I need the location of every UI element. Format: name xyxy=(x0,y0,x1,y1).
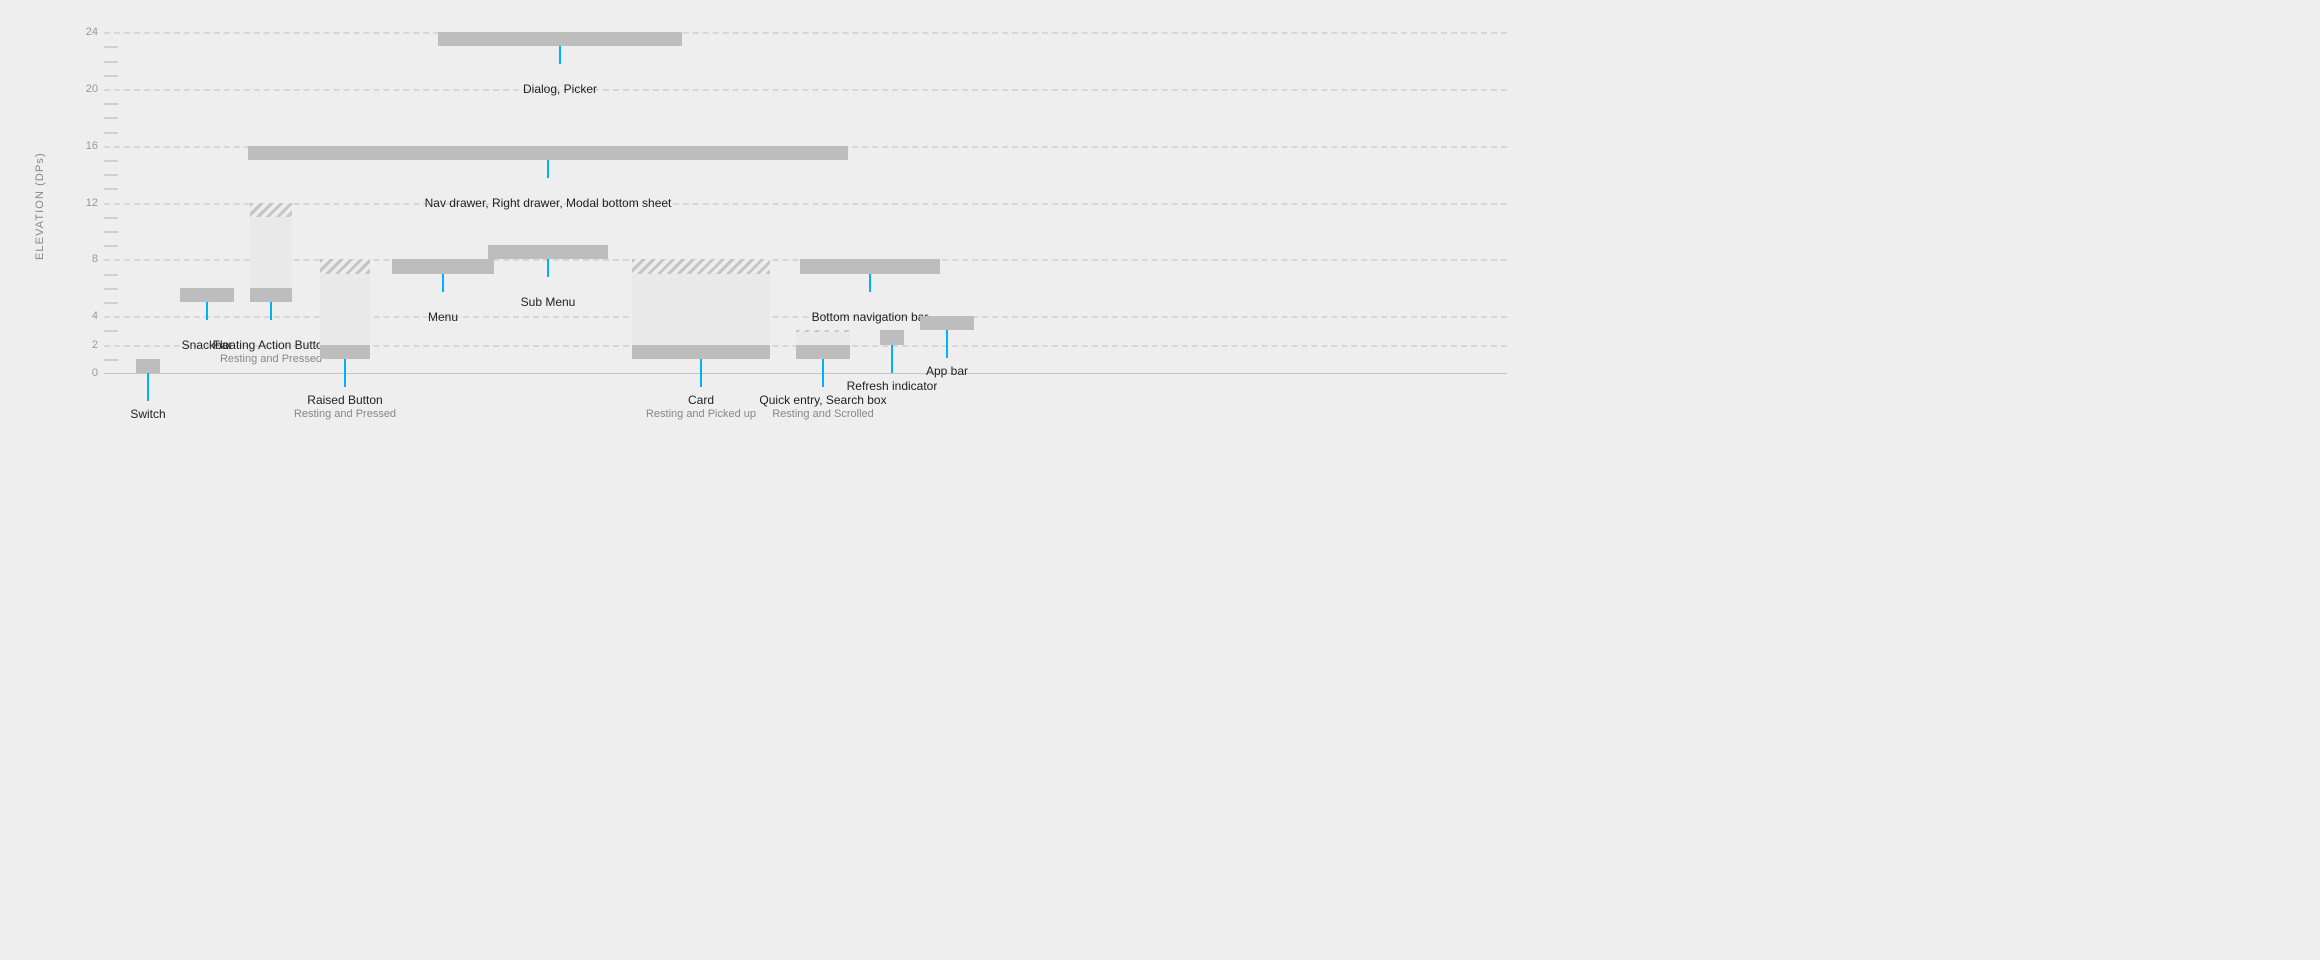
appbar-cue xyxy=(946,330,948,358)
quick-pressed-range xyxy=(796,332,850,345)
fab-bar xyxy=(250,288,292,302)
dialog-label: Dialog, Picker xyxy=(523,82,597,96)
ytick-8: 8 xyxy=(92,253,98,265)
card-cue xyxy=(700,359,702,387)
raised-label: Raised Button xyxy=(307,393,382,407)
minor-tick xyxy=(104,359,118,361)
ytick-20: 20 xyxy=(86,83,98,95)
refresh-label: Refresh indicator xyxy=(847,379,938,393)
navbar-bar xyxy=(800,259,940,273)
fab-label: Floating Action Button xyxy=(213,338,330,352)
quick-pressed-top xyxy=(796,330,850,331)
dialog-cue xyxy=(559,46,561,64)
ytick-16: 16 xyxy=(86,140,98,152)
appbar-bar xyxy=(920,316,974,330)
quick-label: Quick entry, Search box xyxy=(759,393,886,407)
snackbar-cue xyxy=(206,302,208,320)
ytick-12: 12 xyxy=(86,197,98,209)
ytick-2: 2 xyxy=(92,339,98,351)
refresh-cue xyxy=(891,345,893,373)
ytick-4: 4 xyxy=(92,310,98,322)
raised-cue xyxy=(344,359,346,387)
refresh-bar xyxy=(880,330,904,344)
quick-bar xyxy=(796,345,850,359)
navbar-cue xyxy=(869,274,871,292)
menu-bar xyxy=(392,259,494,273)
y-axis-label: ELEVATION (DPs) xyxy=(34,152,46,260)
card-label: Card xyxy=(688,393,714,407)
submenu-bar xyxy=(488,245,608,259)
minor-tick xyxy=(104,160,118,162)
drawer-bar xyxy=(248,146,848,160)
fab-sublabel: Resting and Pressed xyxy=(220,353,322,365)
raised-bar xyxy=(320,345,370,359)
minor-tick xyxy=(104,103,118,105)
menu-cue xyxy=(442,274,444,292)
minor-tick xyxy=(104,302,118,304)
minor-tick xyxy=(104,231,118,233)
quick-cue xyxy=(822,359,824,387)
gridline-20 xyxy=(104,89,1507,91)
gridline-12 xyxy=(104,203,1507,205)
fab-pressed-top xyxy=(250,203,292,217)
drawer-cue xyxy=(547,160,549,178)
snackbar-bar xyxy=(180,288,234,302)
minor-tick xyxy=(104,61,118,63)
raised-pressed-range xyxy=(320,274,370,345)
fab-cue xyxy=(270,302,272,320)
switch-cue xyxy=(147,373,149,401)
navbar-label: Bottom navigation bar xyxy=(812,310,929,324)
card-pressed-top xyxy=(632,259,770,273)
minor-tick xyxy=(104,274,118,276)
gridline-0 xyxy=(104,373,1507,374)
appbar-label: App bar xyxy=(926,364,968,378)
switch-bar xyxy=(136,359,160,373)
elevation-chart: ELEVATION (DPs) 024812162024SwitchSnackb… xyxy=(0,0,1547,640)
switch-label: Switch xyxy=(130,407,165,421)
minor-tick xyxy=(104,75,118,77)
minor-tick xyxy=(104,330,118,332)
menu-label: Menu xyxy=(428,310,458,324)
card-pressed-range xyxy=(632,274,770,345)
minor-tick xyxy=(104,117,118,119)
gridline-4 xyxy=(104,316,1507,318)
gridline-24 xyxy=(104,32,1507,34)
quick-sublabel: Resting and Scrolled xyxy=(772,408,874,420)
raised-sublabel: Resting and Pressed xyxy=(294,408,396,420)
card-sublabel: Resting and Picked up xyxy=(646,408,756,420)
submenu-label: Sub Menu xyxy=(521,295,576,309)
minor-tick xyxy=(104,217,118,219)
minor-tick xyxy=(104,245,118,247)
ytick-0: 0 xyxy=(92,367,98,379)
minor-tick xyxy=(104,132,118,134)
minor-tick xyxy=(104,288,118,290)
minor-tick xyxy=(104,174,118,176)
submenu-cue xyxy=(547,259,549,277)
minor-tick xyxy=(104,46,118,48)
dialog-bar xyxy=(438,32,682,46)
drawer-label: Nav drawer, Right drawer, Modal bottom s… xyxy=(425,196,672,210)
raised-pressed-top xyxy=(320,259,370,273)
minor-tick xyxy=(104,188,118,190)
ytick-24: 24 xyxy=(86,26,98,38)
card-bar xyxy=(632,345,770,359)
fab-pressed-range xyxy=(250,217,292,288)
